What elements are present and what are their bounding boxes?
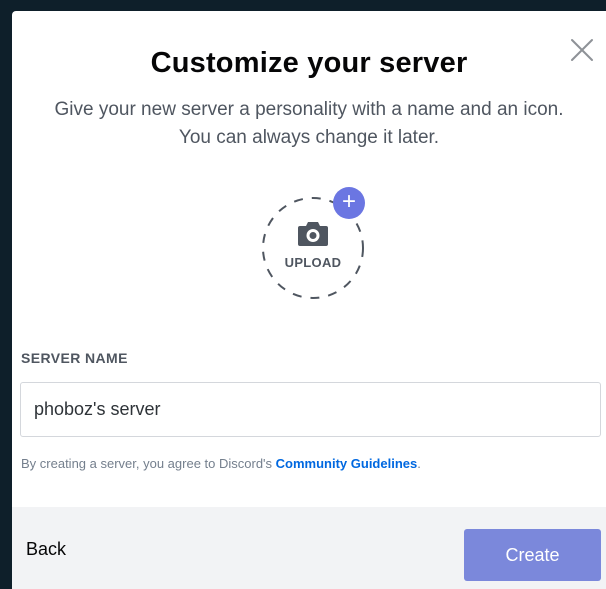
upload-icon-button[interactable]: UPLOAD + (255, 185, 371, 301)
create-button[interactable]: Create (464, 529, 601, 581)
upload-label: UPLOAD (284, 255, 342, 270)
agreement-text: By creating a server, you agree to Disco… (21, 456, 421, 471)
camera-icon (298, 222, 328, 246)
back-button[interactable]: Back (26, 539, 66, 560)
customize-server-modal: Customize your server Give your new serv… (12, 11, 606, 589)
server-name-label: SERVER NAME (21, 350, 128, 366)
modal-title: Customize your server (150, 47, 468, 79)
agreement-prefix: By creating a server, you agree to Disco… (21, 456, 276, 471)
plus-icon: + (333, 187, 365, 219)
subtitle-line-2: You can always change it later. (178, 127, 440, 148)
subtitle-line-1: Give your new server a personality with … (54, 99, 564, 120)
modal-footer: Back Create (12, 507, 606, 589)
modal-subtitle: Give your new server a personality with … (22, 96, 596, 152)
community-guidelines-link[interactable]: Community Guidelines (276, 456, 418, 471)
server-name-input[interactable] (20, 382, 601, 437)
agreement-suffix: . (417, 456, 421, 471)
